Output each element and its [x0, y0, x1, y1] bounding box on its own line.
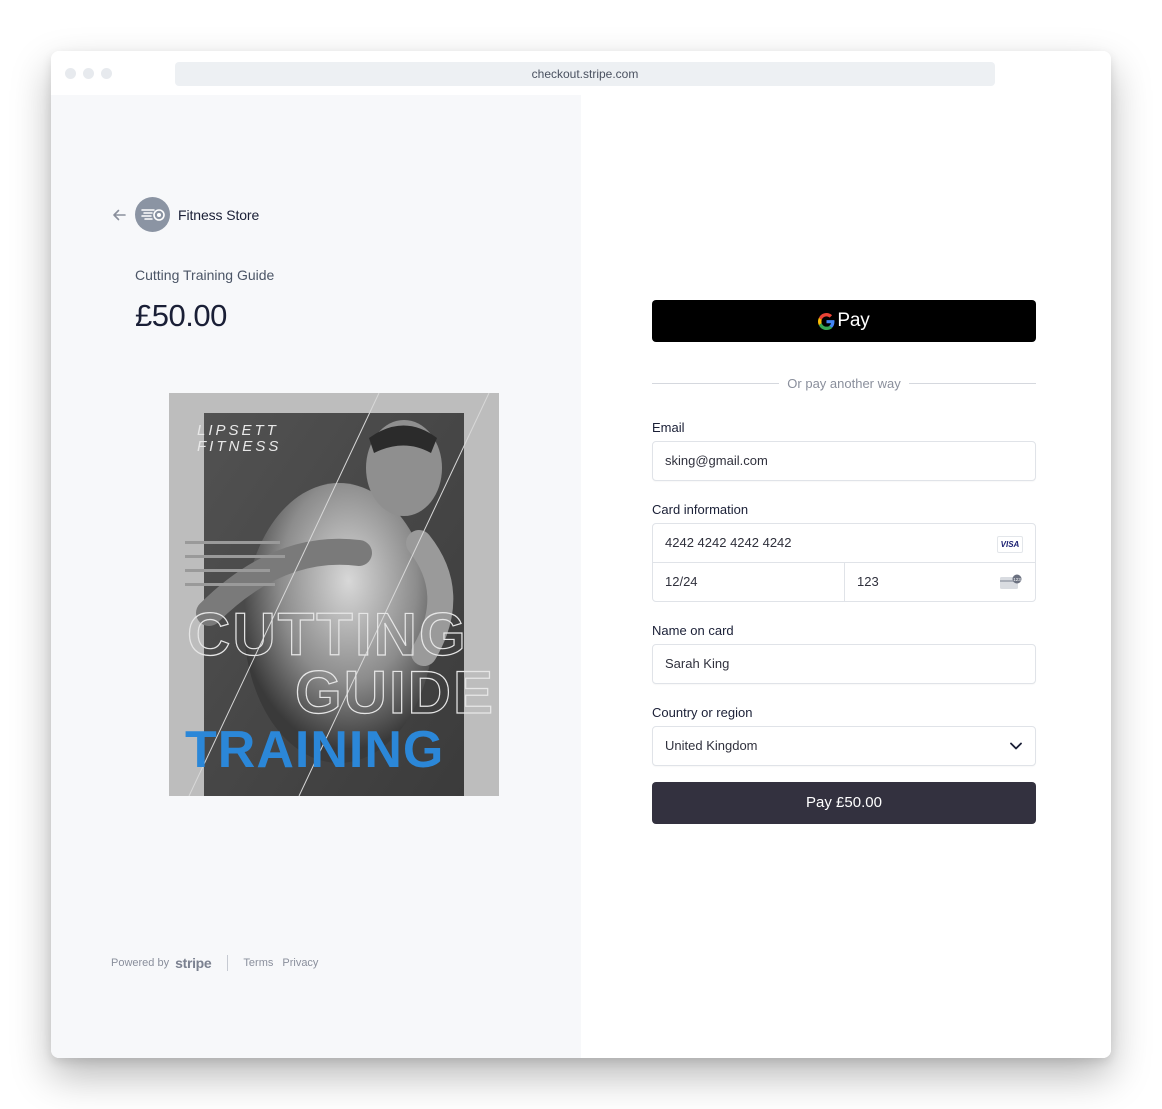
product-price: £50.00 — [135, 298, 227, 333]
terms-link[interactable]: Terms — [243, 957, 273, 969]
card-info-label: Card information — [652, 502, 749, 517]
name-on-card-field[interactable]: Sarah King — [652, 644, 1036, 684]
card-information-group: 4242 4242 4242 4242 VISA 12/24 123 123 — [652, 523, 1036, 602]
window-minimize-dot[interactable] — [83, 68, 94, 79]
poster-brand-line1: LIPSETT — [197, 422, 279, 439]
payment-panel: Pay Or pay another way Email sking@gmail… — [581, 95, 1111, 1058]
cvc-card-icon: 123 — [1000, 574, 1022, 589]
google-pay-label: Pay — [837, 310, 870, 331]
stripe-logo[interactable]: stripe — [175, 955, 212, 971]
name-on-card-label: Name on card — [652, 623, 734, 638]
card-expiry-value: 12/24 — [665, 574, 698, 589]
order-summary-panel: Fitness Store Cutting Training Guide £50… — [51, 95, 581, 1058]
poster-title-line3: TRAINING — [185, 721, 444, 779]
card-cvc-value: 123 — [857, 574, 879, 589]
visa-brand-icon: VISA — [997, 536, 1023, 553]
footer-divider — [227, 955, 229, 971]
divider-text: Or pay another way — [787, 375, 901, 391]
country-value: United Kingdom — [665, 738, 758, 753]
powered-by-text: Powered by — [111, 957, 170, 969]
browser-chrome: checkout.stripe.com — [51, 51, 1111, 95]
email-label: Email — [652, 420, 685, 435]
email-field[interactable]: sking@gmail.com — [652, 441, 1036, 481]
email-value: sking@gmail.com — [665, 453, 768, 468]
card-number-value: 4242 4242 4242 4242 — [665, 535, 792, 550]
pay-divider: Or pay another way — [652, 375, 1037, 391]
address-bar[interactable]: checkout.stripe.com — [175, 62, 995, 86]
window-zoom-dot[interactable] — [101, 68, 112, 79]
divider-line-left — [652, 382, 780, 384]
card-cvc-field[interactable]: 123 123 — [845, 563, 1035, 601]
product-image: LIPSETT FITNESS CUTTING GUIDE TRAINING — [169, 393, 499, 796]
back-arrow-icon[interactable] — [111, 207, 127, 223]
svg-text:123: 123 — [1013, 577, 1021, 582]
poster-brand-line2: FITNESS — [197, 438, 281, 455]
pay-button[interactable]: Pay £50.00 — [652, 782, 1036, 824]
poster-title-line1: CUTTING — [187, 601, 468, 668]
country-select[interactable]: United Kingdom — [652, 726, 1036, 766]
divider-line-right — [908, 382, 1037, 384]
chevron-down-icon — [1010, 742, 1022, 750]
card-expiry-field[interactable]: 12/24 — [653, 563, 845, 601]
product-name: Cutting Training Guide — [135, 267, 275, 283]
country-label: Country or region — [652, 705, 753, 720]
window-close-dot[interactable] — [65, 68, 76, 79]
google-g-icon — [818, 312, 835, 330]
store-name[interactable]: Fitness Store — [178, 207, 259, 223]
poster-title-line2: GUIDE — [295, 659, 495, 726]
checkout-footer: Powered by stripe Terms Privacy — [111, 955, 327, 971]
google-pay-button[interactable]: Pay — [652, 300, 1036, 342]
browser-window: checkout.stripe.com Fitness Store Cuttin… — [51, 51, 1111, 1058]
privacy-link[interactable]: Privacy — [282, 957, 318, 969]
name-on-card-value: Sarah King — [665, 656, 730, 671]
store-logo-icon — [135, 197, 170, 232]
card-number-field[interactable]: 4242 4242 4242 4242 VISA — [653, 524, 1035, 563]
